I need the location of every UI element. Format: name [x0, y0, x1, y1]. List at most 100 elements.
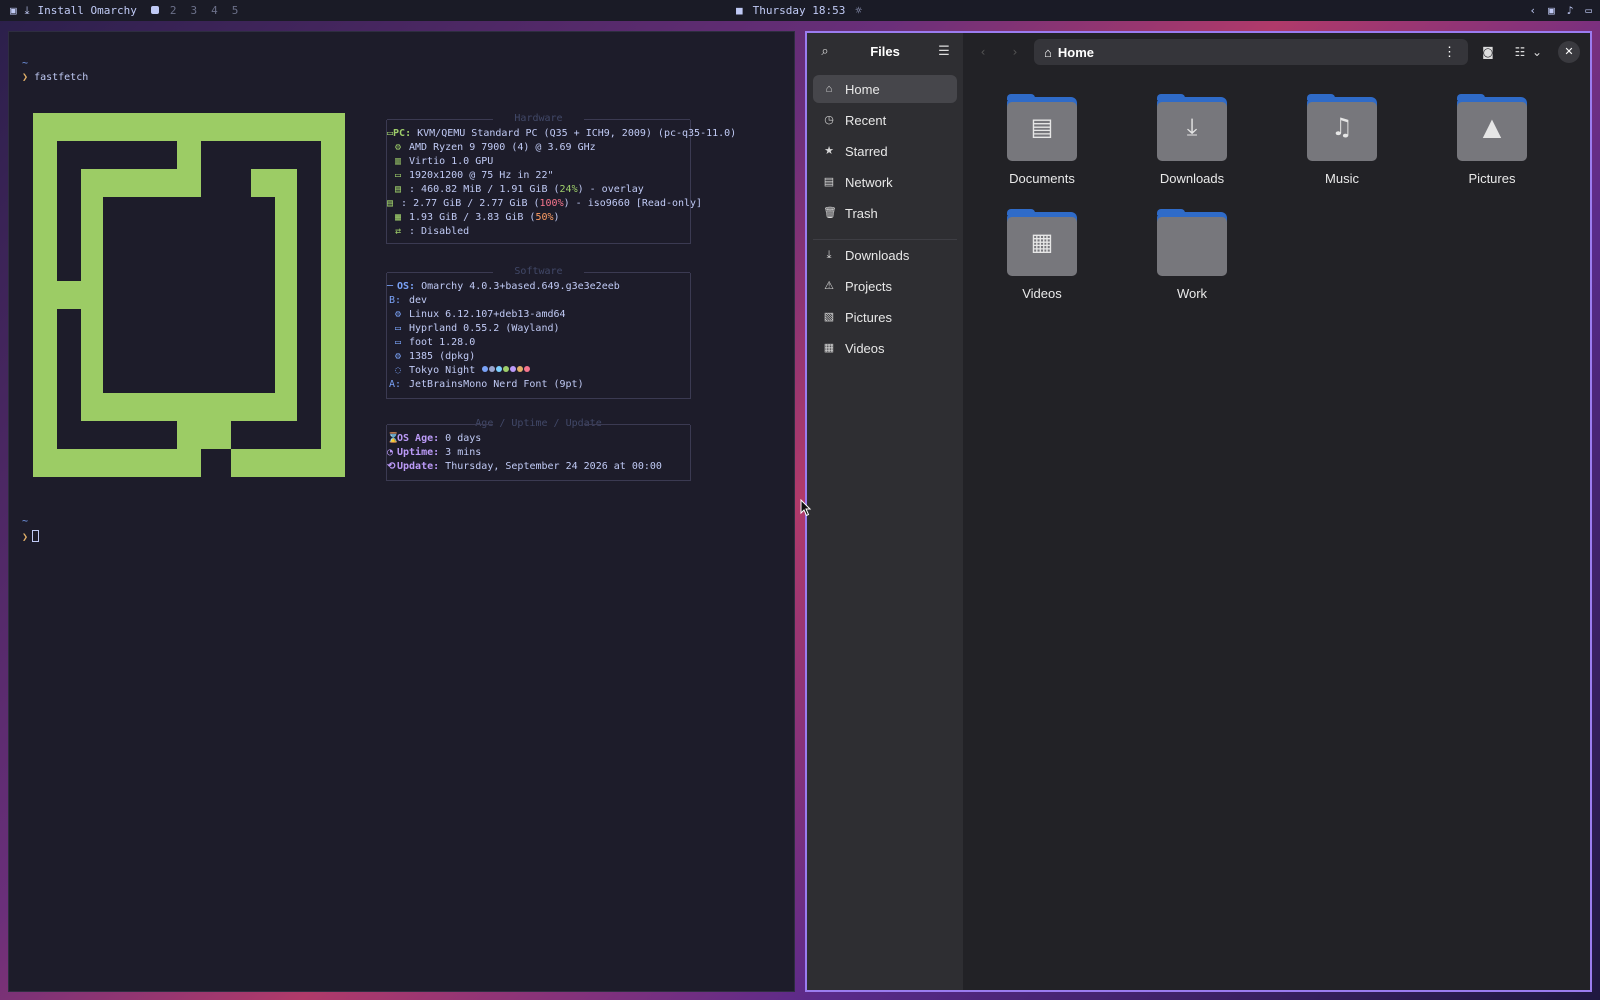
disk1-row: ▤: 460.82 MiB / 1.91 GiB (24%) - overlay: [387, 183, 690, 197]
gpu-icon: ▥: [394, 156, 401, 167]
terminal-icon: ▭: [394, 337, 401, 348]
workspace-1[interactable]: [150, 4, 159, 17]
hardware-title: Hardware: [387, 113, 690, 124]
screen-icon[interactable]: ▣: [1548, 4, 1555, 17]
folder-label: Downloads: [1159, 171, 1225, 186]
palette-icon: ◌: [394, 365, 401, 376]
disk2-fs: ) - iso9660 [Read-only]: [563, 198, 703, 209]
gpu-row: ▥ Virtio 1.0 GPU: [387, 155, 690, 169]
disk-icon: ▤: [394, 184, 401, 195]
cpu-icon: ⚙: [394, 142, 401, 153]
sidebar-item-recent[interactable]: ◷ Recent: [813, 106, 957, 134]
sidebar-item-label: Videos: [845, 340, 885, 356]
cwd-tilde: ~: [22, 58, 29, 69]
star-icon: ★: [824, 145, 834, 157]
age-value: 0 days: [439, 433, 482, 444]
folder-icon: ♫: [1307, 94, 1377, 161]
update-row: ⟲ Update: Thursday, September 24 2026 at …: [387, 460, 690, 474]
font-icon: A:: [388, 379, 401, 390]
files-window[interactable]: ⌕ Files ☰ ⌂ Home ◷ Recent ★ Starred ▤ Networ…: [805, 31, 1592, 992]
mouse-cursor-icon: [800, 499, 812, 517]
back-button[interactable]: ‹: [971, 41, 995, 63]
sidebar-item-home[interactable]: ⌂ Home: [813, 75, 957, 103]
folder-documents[interactable]: ▤ Documents: [982, 94, 1102, 186]
folder-videos[interactable]: ▦ Videos: [982, 209, 1102, 301]
folder-icon: [1157, 209, 1227, 276]
volume-icon[interactable]: ♪: [1567, 4, 1574, 17]
sidebar-item-network[interactable]: ▤ Network: [813, 168, 957, 196]
disk2-used: 2.77 GiB / 2.77 GiB (: [413, 198, 540, 209]
sidebar-item-videos[interactable]: ▦ Videos: [813, 334, 957, 362]
camera-icon[interactable]: ◙: [1476, 41, 1500, 63]
sidebar-item-label: Trash: [845, 205, 878, 221]
folder-downloads[interactable]: ⤓ Downloads: [1132, 94, 1252, 186]
memory-close: ): [553, 212, 560, 223]
sidebar-item-label: Starred: [845, 143, 888, 159]
workspace-3[interactable]: 3: [190, 4, 197, 17]
swap-icon: ⇄: [394, 226, 401, 237]
film-icon: ▦: [823, 342, 835, 354]
sidebar-item-downloads[interactable]: ⤓ Downloads: [813, 241, 957, 269]
sidebar-item-projects[interactable]: ⚠ Projects: [813, 272, 957, 300]
image-icon: ▲: [1482, 113, 1502, 141]
film-icon: ▦: [1030, 228, 1054, 256]
cwd-tilde-2: ~: [22, 516, 29, 527]
age-row: ⌛ OS Age: 0 days: [387, 432, 690, 446]
uptime-row: ◔ Uptime: 3 mins: [387, 446, 690, 460]
age-key: OS Age:: [397, 433, 440, 444]
notification-icon[interactable]: ■: [736, 4, 743, 17]
workspace-2[interactable]: 2: [170, 4, 177, 17]
memory-row: ▦ 1.93 GiB / 3.83 GiB (50%): [387, 211, 690, 225]
update-key: Update:: [397, 461, 440, 472]
display-icon: ▭: [394, 170, 401, 181]
brightness-icon[interactable]: ☼: [855, 4, 862, 17]
chevron-down-icon[interactable]: ⌄: [1529, 41, 1545, 63]
folder-work[interactable]: Work: [1132, 209, 1252, 301]
folder-icon: ⤓: [1157, 94, 1227, 161]
folder-music[interactable]: ♫ Music: [1282, 94, 1402, 186]
folder-label: Pictures: [1468, 171, 1516, 186]
chevron-left-icon[interactable]: ‹: [1530, 4, 1537, 17]
theme-value: Tokyo Night: [409, 365, 476, 376]
folder-label: Videos: [1022, 286, 1062, 301]
folder-label: Documents: [1009, 171, 1075, 186]
workspace-4[interactable]: 4: [211, 4, 218, 17]
sidebar-item-starred[interactable]: ★ Starred: [813, 137, 957, 165]
hamburger-menu-icon[interactable]: ☰: [934, 42, 954, 62]
host-row: B: dev: [387, 294, 690, 308]
color-swatch: [496, 366, 503, 372]
terminal-window[interactable]: ~ ❯ fastfetch Hardware ▭ PC: KVM/QEMU Sta…: [8, 31, 795, 992]
location-bar[interactable]: ⌂ Home ⋮: [1034, 39, 1468, 65]
pc-row: ▭ PC: KVM/QEMU Standard PC (Q35 + ICH9, 2…: [387, 127, 736, 141]
clock[interactable]: Thursday 18:53: [753, 4, 846, 17]
sidebar-item-trash[interactable]: 🗑 Trash: [813, 199, 957, 227]
kebab-menu-icon[interactable]: ⋮: [1443, 44, 1456, 60]
workspace-5[interactable]: 5: [232, 4, 239, 17]
wm-row: ▭ Hyprland 0.55.2 (Wayland): [387, 322, 690, 336]
host-value: dev: [409, 295, 428, 306]
hourglass-icon: ⌛: [387, 433, 400, 444]
input-line[interactable]: ❯: [22, 530, 40, 543]
sidebar-item-pictures[interactable]: ▧ Pictures: [813, 303, 957, 331]
music-icon: ♫: [1331, 113, 1353, 141]
uptime-title: Age / Uptime / Update: [387, 418, 690, 429]
color-swatch: [510, 366, 517, 372]
font-value: JetBrainsMono Nerd Font (9pt): [409, 379, 584, 390]
packages-value: 1385 (dpkg): [409, 351, 476, 362]
color-swatch: [489, 366, 496, 372]
app-menu-icon[interactable]: ▣: [10, 4, 17, 17]
omarchy-logo: [33, 113, 345, 477]
kernel-value: Linux 6.12.107+deb13-amd64: [409, 309, 566, 320]
monitor-icon[interactable]: ▭: [1585, 4, 1592, 17]
folder-pictures[interactable]: ▲ Pictures: [1432, 94, 1552, 186]
prompt-symbol-2: ❯: [22, 532, 29, 543]
package-icon: ⚙: [394, 351, 401, 362]
color-swatch: [503, 366, 510, 372]
command-text: fastfetch: [34, 72, 89, 83]
forward-button[interactable]: ›: [1003, 41, 1027, 63]
location-label: Home: [1057, 44, 1094, 60]
close-button[interactable]: ✕: [1558, 41, 1580, 63]
uptime-icon: ◔: [387, 447, 394, 458]
disk2-row: ▤: 2.77 GiB / 2.77 GiB (100%) - iso9660 …: [387, 198, 703, 209]
memory-icon: ▦: [394, 212, 401, 223]
